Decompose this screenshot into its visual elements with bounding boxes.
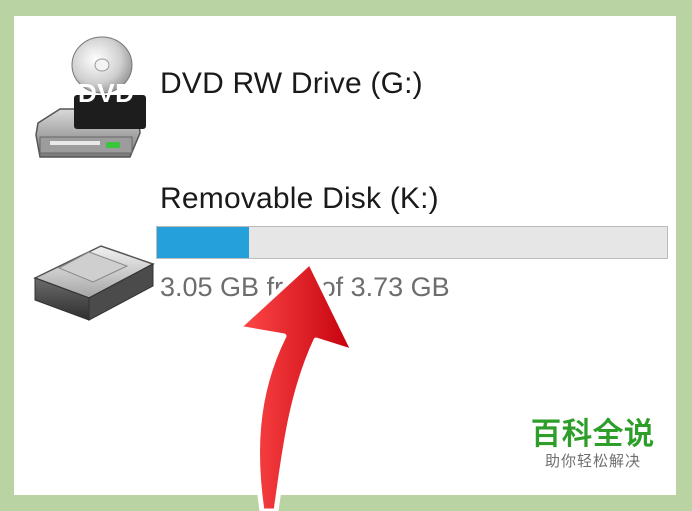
storage-usage-bar <box>156 226 668 259</box>
red-arrow-icon <box>235 259 357 511</box>
dvd-badge-label: DVD <box>78 78 135 108</box>
watermark-title: 百科全说 <box>531 418 655 451</box>
removable-disk-name[interactable]: Removable Disk (K:) <box>160 182 439 216</box>
watermark: 百科全说 助你轻松解决 <box>526 418 660 472</box>
storage-usage-fill <box>157 227 249 258</box>
dvd-drive-name[interactable]: DVD RW Drive (G:) <box>160 67 423 101</box>
removable-disk-icon[interactable] <box>31 238 157 324</box>
watermark-subtitle: 助你轻松解决 <box>544 453 641 470</box>
drives-panel: DVD DVD RW Drive (G:) Removable Disk (K:… <box>14 16 676 511</box>
